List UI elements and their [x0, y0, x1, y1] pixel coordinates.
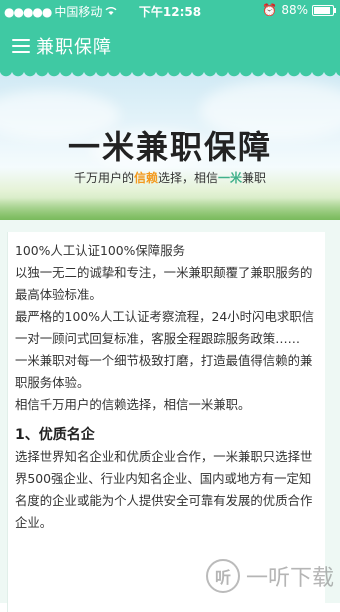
banner-subtitle: 千万用户的信赖选择，相信一米兼职: [0, 169, 340, 186]
intro-paragraph-1: 以独一无二的诚挚和专注，一米兼职颠覆了兼职服务的最高体验标准。: [15, 265, 313, 302]
content-area: 100%人工认证100%保障服务 以独一无二的诚挚和专注，一米兼职颠覆了兼职服务…: [0, 220, 340, 612]
battery-percent: 88%: [281, 3, 308, 17]
section-text-1: 选择世界知名企业和优质企业合作，一米兼职只选择世界500强企业、行业内知名企业、…: [15, 449, 313, 530]
watermark-text: 一听下载: [245, 566, 334, 591]
intro-paragraph-4: 相信千万用户的信赖选择，相信一米兼职。: [15, 397, 251, 412]
battery-icon: [312, 4, 336, 16]
section-title-1: 1、优质名企: [15, 427, 95, 443]
banner-sub-part1: 千万用户的: [73, 171, 134, 185]
title-scallop-edge: [0, 70, 340, 82]
intro-paragraph-2: 最严格的100%人工认证考察流程，24小时闪电求职信一对一顾问式回复标准，客服全…: [15, 309, 315, 346]
alarm-icon: ⏰: [262, 3, 278, 17]
banner-title: 一米兼职保障: [67, 128, 272, 166]
menu-icon[interactable]: [12, 39, 30, 53]
banner-grass: [0, 198, 340, 220]
watermark-logo-icon: 听: [205, 559, 240, 593]
title-bar: 兼职保障: [0, 22, 340, 70]
banner-sub-part3: 选择，相信: [157, 171, 218, 185]
content-card: 100%人工认证100%保障服务 以独一无二的诚挚和专注，一米兼职颠覆了兼职服务…: [7, 232, 325, 612]
intro-heading: 100%人工认证100%保障服务: [15, 243, 185, 258]
status-bar: ●●●●● 中国移动 下午12:58 ⏰ 88%: [0, 0, 340, 22]
banner-sub-highlight-brand: 一米: [218, 171, 243, 185]
banner: 一米兼职保障 千万用户的信赖选择，相信一米兼职: [0, 70, 340, 220]
status-right: ⏰ 88%: [262, 3, 336, 17]
page-title: 兼职保障: [36, 37, 112, 58]
banner-sub-part5: 兼职: [242, 171, 267, 185]
watermark: 听 一听下载: [205, 559, 334, 593]
banner-sub-highlight-trust: 信赖: [133, 171, 158, 185]
battery-fill: [314, 6, 330, 14]
intro-paragraph-3: 一米兼职对每一个细节极致打磨，打造最值得信赖的兼职服务体验。: [15, 353, 313, 390]
